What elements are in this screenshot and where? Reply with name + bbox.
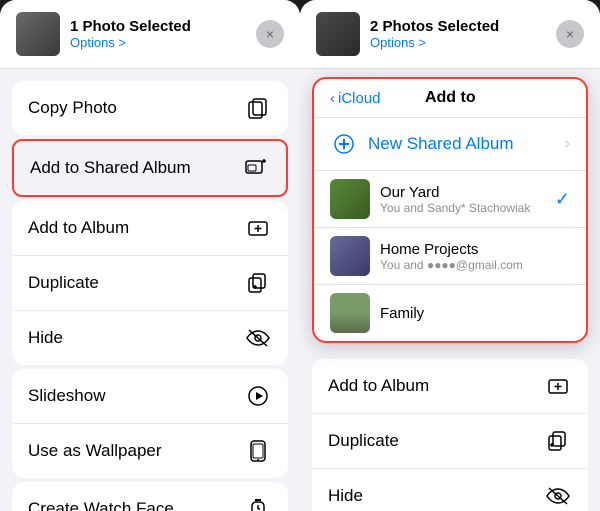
left-thumbnail — [16, 12, 60, 56]
new-shared-label: New Shared Album — [368, 134, 565, 154]
left-options[interactable]: Options > — [70, 35, 246, 50]
album-name-family: Family — [380, 305, 570, 322]
right-section-1: Add to Album Duplicate — [312, 359, 588, 511]
right-duplicate-item[interactable]: Duplicate — [312, 414, 588, 469]
duplicate-item[interactable]: Duplicate — [12, 256, 288, 311]
left-title: 1 Photo Selected — [70, 18, 246, 35]
icloud-back-button[interactable]: ‹ iCloud — [330, 90, 381, 107]
dropdown-overlay: ‹ iCloud Add to New Shared Album › — [300, 69, 600, 351]
hide-label: Hide — [28, 328, 244, 348]
right-hide-item[interactable]: Hide — [312, 469, 588, 511]
right-panel: 2 Photos Selected Options > × ‹ iCloud A… — [300, 0, 600, 511]
watch-face-label: Create Watch Face — [28, 499, 244, 511]
right-duplicate-icon — [544, 427, 572, 455]
album-name-yard: Our Yard — [380, 184, 555, 201]
album-members-home: You and ●●●●@gmail.com — [380, 258, 570, 272]
right-close-button[interactable]: × — [556, 20, 584, 48]
dropdown-header: ‹ iCloud Add to — [314, 79, 586, 118]
album-row-family[interactable]: Family — [314, 285, 586, 341]
right-add-album-icon — [544, 372, 572, 400]
right-hide-icon — [544, 482, 572, 510]
right-options[interactable]: Options > — [370, 35, 546, 50]
add-shared-album-icon — [242, 154, 270, 182]
dropdown-title: Add to — [389, 89, 512, 107]
right-add-album-item[interactable]: Add to Album — [312, 359, 588, 414]
album-members-yard: You and Sandy* Stachowiak — [380, 201, 555, 215]
copy-photo-icon — [244, 94, 272, 122]
album-name-home: Home Projects — [380, 241, 570, 258]
add-album-label: Add to Album — [28, 218, 244, 238]
left-section-1: Copy Photo — [12, 81, 288, 135]
wallpaper-label: Use as Wallpaper — [28, 441, 244, 461]
slideshow-icon — [244, 382, 272, 410]
copy-photo-label: Copy Photo — [28, 98, 244, 118]
right-menu-list: Add to Album Duplicate — [300, 351, 600, 511]
hide-icon — [244, 324, 272, 352]
duplicate-icon — [244, 269, 272, 297]
duplicate-label: Duplicate — [28, 273, 244, 293]
left-menu-list: Copy Photo Add to Shared Album — [0, 69, 300, 511]
wallpaper-item[interactable]: Use as Wallpaper — [12, 424, 288, 478]
chevron-right-icon: › — [565, 135, 570, 153]
dropdown-card: ‹ iCloud Add to New Shared Album › — [312, 77, 588, 343]
album-row-yard[interactable]: Our Yard You and Sandy* Stachowiak ✓ — [314, 171, 586, 228]
left-panel: 1 Photo Selected Options > × Copy Photo … — [0, 0, 300, 511]
left-section-5: Create Watch Face Save to Files — [12, 482, 288, 511]
left-header: 1 Photo Selected Options > × — [0, 0, 300, 69]
add-shared-album-label: Add to Shared Album — [30, 158, 242, 178]
slideshow-label: Slideshow — [28, 386, 244, 406]
slideshow-item[interactable]: Slideshow — [12, 369, 288, 424]
new-shared-album-icon — [330, 130, 358, 158]
wallpaper-icon — [244, 437, 272, 465]
add-album-icon — [244, 214, 272, 242]
left-section-4: Slideshow Use as Wallpaper — [12, 369, 288, 478]
right-thumbnail — [316, 12, 360, 56]
right-duplicate-label: Duplicate — [328, 431, 544, 451]
album-thumb-family — [330, 293, 370, 333]
right-header: 2 Photos Selected Options > × — [300, 0, 600, 69]
copy-photo-item[interactable]: Copy Photo — [12, 81, 288, 135]
right-add-album-label: Add to Album — [328, 376, 544, 396]
album-info-home: Home Projects You and ●●●●@gmail.com — [380, 241, 570, 272]
right-title: 2 Photos Selected — [370, 18, 546, 35]
left-header-text: 1 Photo Selected Options > — [70, 18, 246, 50]
right-hide-label: Hide — [328, 486, 544, 506]
album-info-family: Family — [380, 305, 570, 322]
hide-item[interactable]: Hide — [12, 311, 288, 365]
add-album-item[interactable]: Add to Album — [12, 201, 288, 256]
album-info-yard: Our Yard You and Sandy* Stachowiak — [380, 184, 555, 215]
album-thumb-home — [330, 236, 370, 276]
add-shared-album-item[interactable]: Add to Shared Album — [14, 141, 286, 195]
album-row-home[interactable]: Home Projects You and ●●●●@gmail.com — [314, 228, 586, 285]
watch-face-icon — [244, 495, 272, 511]
right-header-text: 2 Photos Selected Options > — [370, 18, 546, 50]
back-label: iCloud — [338, 90, 381, 107]
left-close-button[interactable]: × — [256, 20, 284, 48]
new-shared-album-row[interactable]: New Shared Album › — [314, 118, 586, 171]
album-checkmark-yard: ✓ — [555, 189, 570, 210]
left-section-3: Add to Album Duplicate — [12, 201, 288, 365]
left-section-highlighted: Add to Shared Album — [12, 139, 288, 197]
watch-face-item[interactable]: Create Watch Face — [12, 482, 288, 511]
album-thumb-yard — [330, 179, 370, 219]
